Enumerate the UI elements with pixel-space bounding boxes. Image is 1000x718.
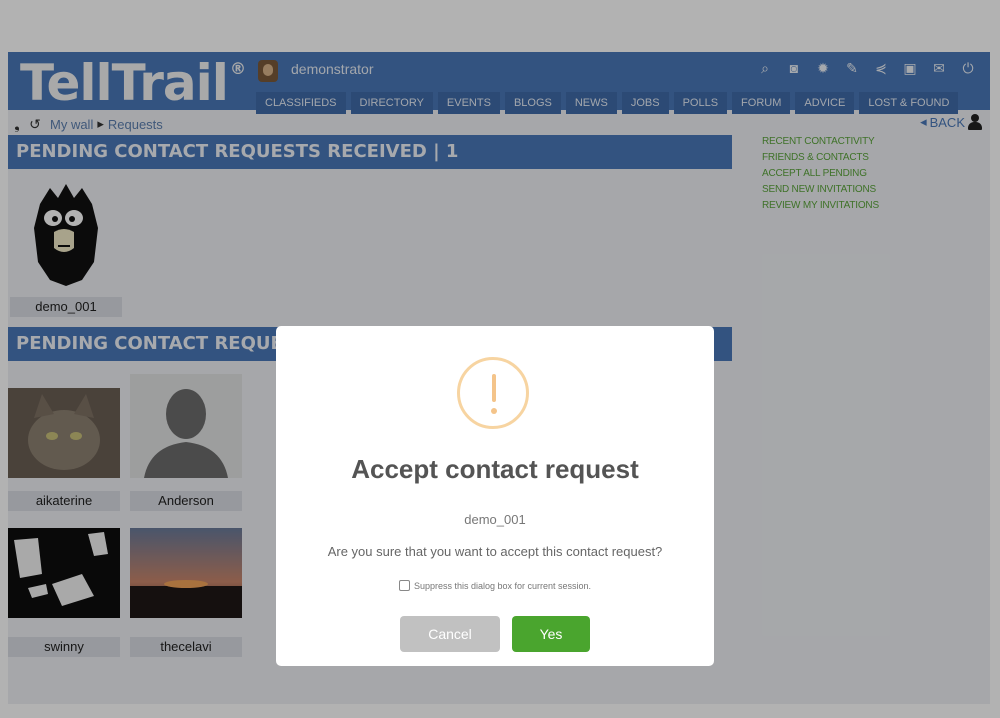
yes-button[interactable]: Yes [512, 616, 590, 652]
dialog-title: Accept contact request [351, 454, 639, 484]
dialog-message: Are you sure that you want to accept thi… [327, 544, 663, 559]
confirm-dialog: Accept contact request demo_001 Are you … [276, 326, 714, 666]
suppress-checkbox[interactable] [398, 580, 410, 591]
warning-icon [457, 357, 529, 429]
dialog-username: demo_001 [464, 512, 526, 527]
suppress-label[interactable]: Suppress this dialog box for current ses… [414, 581, 591, 591]
suppress-option[interactable]: Suppress this dialog box for current ses… [276, 580, 714, 591]
cancel-button[interactable]: Cancel [400, 616, 500, 652]
